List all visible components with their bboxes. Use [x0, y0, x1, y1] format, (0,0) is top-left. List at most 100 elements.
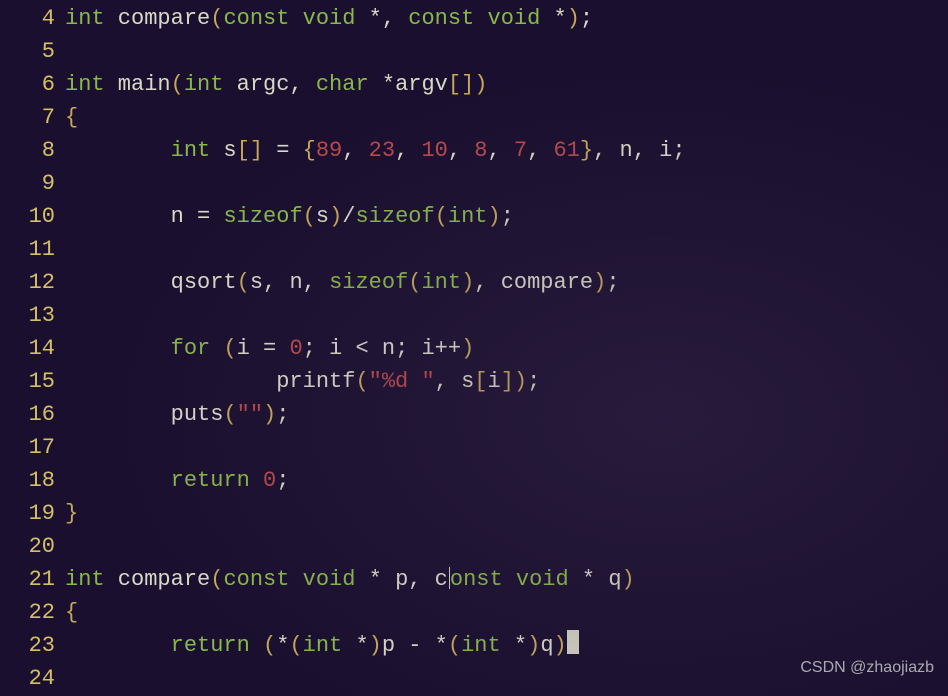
code-line[interactable]: qsort(s, n, sizeof(int), compare); — [65, 266, 948, 299]
code-editor[interactable]: 456789101112131415161718192021222324 int… — [0, 0, 948, 695]
token-pale: ; — [276, 468, 289, 493]
token-kw: return — [171, 633, 250, 658]
token-pale: s, n, — [250, 270, 329, 295]
token-pale: ; — [527, 369, 540, 394]
token-pale: , — [448, 138, 474, 163]
token-pale: * — [276, 633, 289, 658]
token-pale — [65, 468, 171, 493]
token-pale: * — [342, 633, 368, 658]
token-paren: { — [65, 105, 78, 130]
line-number: 11 — [0, 233, 55, 266]
line-number: 9 — [0, 167, 55, 200]
code-line[interactable]: for (i = 0; i < n; i++) — [65, 332, 948, 365]
token-pale — [65, 633, 171, 658]
code-line[interactable] — [65, 431, 948, 464]
code-line[interactable] — [65, 35, 948, 68]
token-paren: ( — [289, 633, 302, 658]
token-pale: argc, — [223, 72, 315, 97]
token-pale: / — [342, 204, 355, 229]
token-pale: s — [210, 138, 236, 163]
code-line[interactable]: puts(""); — [65, 398, 948, 431]
token-pale: , — [488, 138, 514, 163]
token-paren: ( — [355, 369, 368, 394]
token-pale: ; — [276, 402, 289, 427]
token-pale — [210, 336, 223, 361]
token-paren: ( — [210, 6, 223, 31]
token-paren: ( — [448, 633, 461, 658]
code-line[interactable] — [65, 299, 948, 332]
token-paren: ( — [263, 633, 276, 658]
code-line[interactable]: } — [65, 497, 948, 530]
token-paren: ( — [171, 72, 184, 97]
token-kw: sizeof — [223, 204, 302, 229]
token-paren: ) — [527, 633, 540, 658]
line-number: 15 — [0, 365, 55, 398]
token-kw: for — [171, 336, 211, 361]
token-pale: compare — [105, 6, 211, 31]
line-number: 18 — [0, 464, 55, 497]
code-line[interactable]: printf("%d ", s[i]); — [65, 365, 948, 398]
token-paren: ) — [593, 270, 606, 295]
token-pale: * q — [569, 567, 622, 592]
code-line[interactable] — [65, 167, 948, 200]
code-line[interactable]: int compare(const void *, const void *); — [65, 2, 948, 35]
code-line[interactable]: n = sizeof(s)/sizeof(int); — [65, 200, 948, 233]
token-paren: ) — [622, 567, 635, 592]
line-number: 8 — [0, 134, 55, 167]
token-paren: ] — [501, 369, 514, 394]
token-paren: [ — [474, 369, 487, 394]
line-number: 10 — [0, 200, 55, 233]
line-number: 21 — [0, 563, 55, 596]
token-kw: int — [421, 270, 461, 295]
token-paren: ) — [554, 633, 567, 658]
token-num: 23 — [369, 138, 395, 163]
token-kw: sizeof — [355, 204, 434, 229]
token-paren: } — [65, 501, 78, 526]
token-num: 61 — [554, 138, 580, 163]
token-pale — [250, 468, 263, 493]
token-paren: ( — [408, 270, 421, 295]
token-pale: , — [342, 138, 368, 163]
token-paren: { — [65, 600, 78, 625]
line-number: 16 — [0, 398, 55, 431]
line-number: 17 — [0, 431, 55, 464]
line-number: 23 — [0, 629, 55, 662]
line-number: 4 — [0, 2, 55, 35]
token-paren: ( — [223, 402, 236, 427]
code-content[interactable]: int compare(const void *, const void *);… — [65, 2, 948, 695]
code-line[interactable] — [65, 233, 948, 266]
code-line[interactable]: int s[] = {89, 23, 10, 8, 7, 61}, n, i; — [65, 134, 948, 167]
token-str: "%d " — [369, 369, 435, 394]
token-pale: p - * — [382, 633, 448, 658]
token-num: 0 — [289, 336, 302, 361]
token-kw: const void — [223, 6, 355, 31]
token-pale: , — [395, 138, 421, 163]
token-kw: const void — [408, 6, 540, 31]
code-line[interactable]: int main(int argc, char *argv[]) — [65, 68, 948, 101]
token-pale: , — [527, 138, 553, 163]
code-line[interactable]: { — [65, 596, 948, 629]
token-kw: return — [171, 468, 250, 493]
token-kw: int — [65, 567, 105, 592]
token-paren: ( — [237, 270, 250, 295]
code-line[interactable]: return 0; — [65, 464, 948, 497]
watermark-text: CSDN @zhaojiazb — [800, 651, 934, 684]
token-pale: ; — [606, 270, 619, 295]
token-pale: printf — [65, 369, 355, 394]
token-str: "" — [237, 402, 263, 427]
token-kw: const void — [223, 567, 355, 592]
token-pale: , compare — [474, 270, 593, 295]
code-line[interactable]: { — [65, 101, 948, 134]
token-paren: ) — [514, 369, 527, 394]
token-pale: ; i < n; i++ — [303, 336, 461, 361]
token-pale: n = — [65, 204, 223, 229]
token-pale: * — [540, 6, 566, 31]
code-line[interactable]: int compare(const void * p, const void *… — [65, 563, 948, 596]
token-num: 0 — [263, 468, 276, 493]
token-pale: ; — [501, 204, 514, 229]
code-line[interactable] — [65, 530, 948, 563]
token-paren: ( — [303, 204, 316, 229]
token-pale: i = — [237, 336, 290, 361]
cursor-block — [567, 630, 579, 654]
token-pale: * — [501, 633, 527, 658]
